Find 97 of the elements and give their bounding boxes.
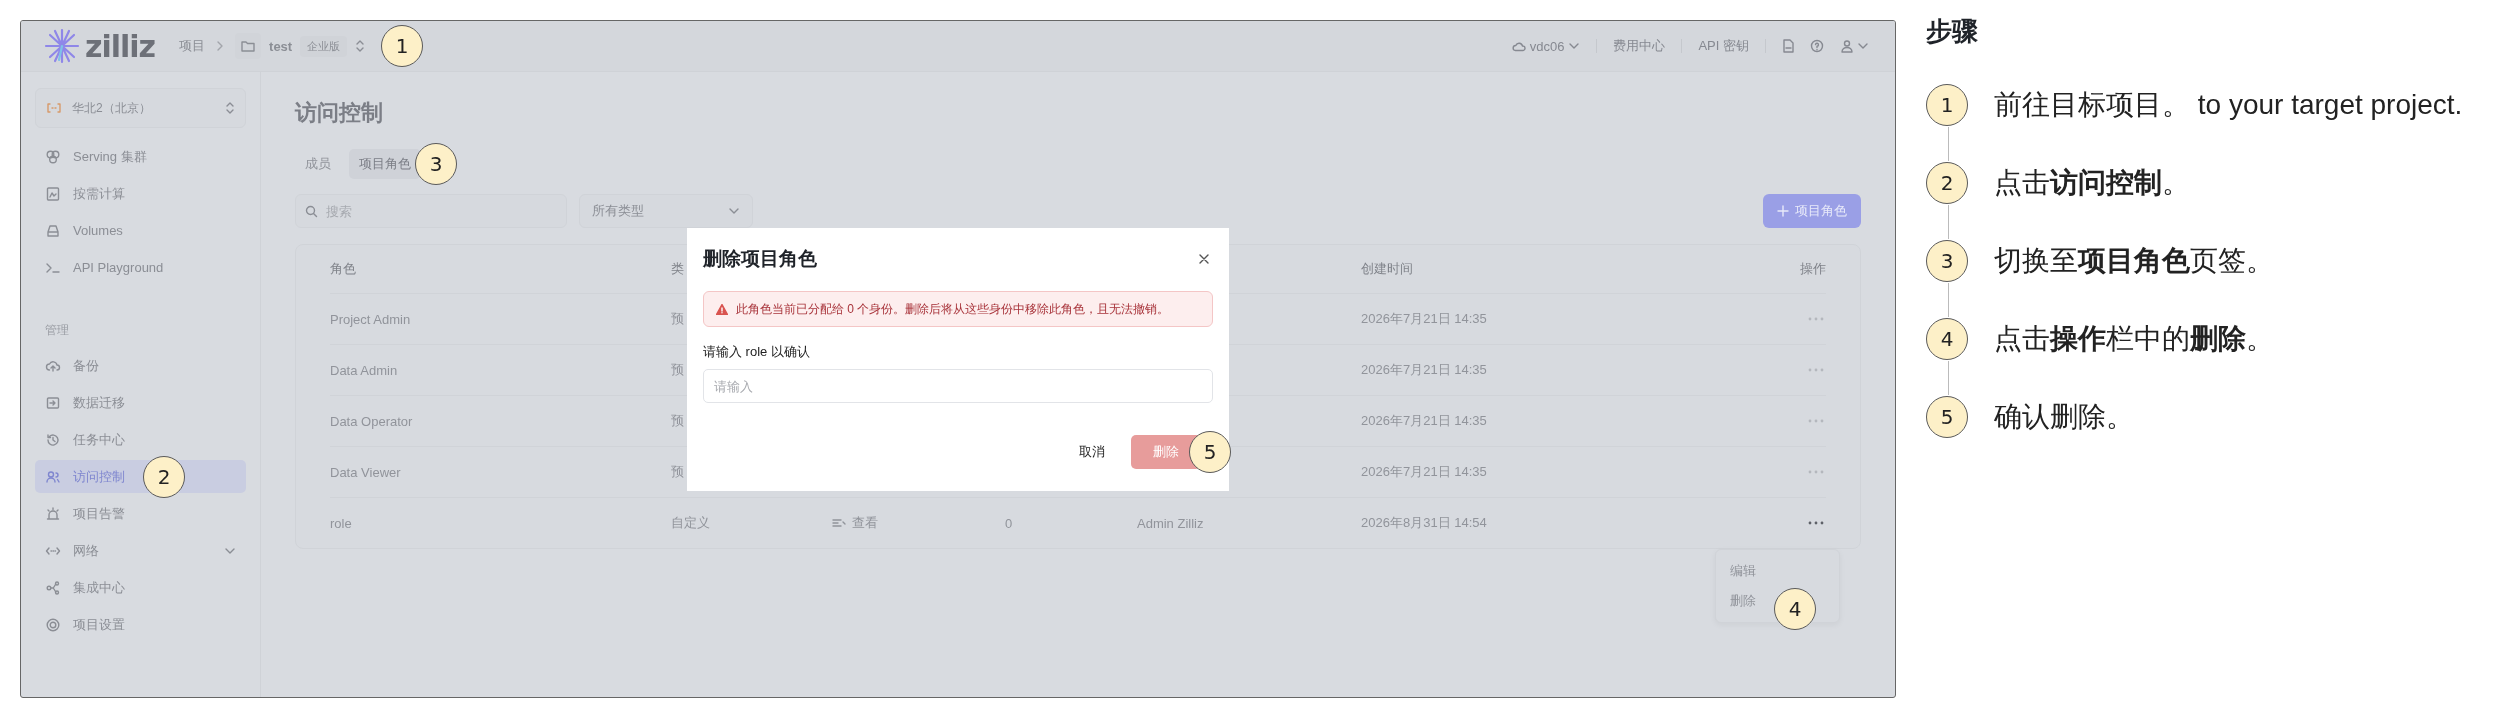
menu-item-label: 编辑 bbox=[1730, 562, 1756, 580]
region-selector[interactable]: 华北2（北京） bbox=[35, 88, 246, 128]
menu-item[interactable]: 编辑 bbox=[1716, 556, 1762, 586]
menu-item-label: 删除 bbox=[1730, 592, 1756, 610]
field-label: 请输入 role 以确认 bbox=[703, 343, 811, 361]
sidebar-item[interactable]: 项目设置 bbox=[35, 608, 246, 641]
table-cell: 2026年7月21日 14:35 bbox=[1361, 463, 1487, 481]
cluster-icon bbox=[45, 148, 61, 165]
step-text: 点击操作栏中的删除。 bbox=[1994, 322, 2274, 356]
share-icon bbox=[45, 579, 61, 596]
table-cell: 2026年7月21日 14:35 bbox=[1361, 310, 1487, 328]
column-header: 角色 bbox=[330, 260, 356, 278]
close-icon bbox=[1199, 254, 1209, 264]
user-icon bbox=[1840, 39, 1854, 53]
users-icon bbox=[45, 468, 61, 485]
step-text: 前往目标项目。 to your target project. bbox=[1994, 88, 2463, 122]
step-marker: 2 bbox=[143, 455, 185, 498]
history-icon bbox=[45, 431, 61, 448]
chevron-down-icon bbox=[1568, 42, 1581, 50]
sidebar-item[interactable]: API Playground bbox=[35, 251, 246, 284]
project-name: test bbox=[269, 38, 293, 54]
chart-icon bbox=[45, 185, 61, 202]
sparkle-logo-icon bbox=[43, 27, 81, 65]
sidebar-item[interactable]: 集成中心 bbox=[35, 571, 246, 604]
step-text: 点击访问控制。 bbox=[1994, 166, 2190, 200]
region-icon bbox=[46, 102, 62, 114]
list-icon bbox=[832, 517, 846, 529]
view-permissions-link[interactable]: 查看 bbox=[832, 514, 878, 532]
breadcrumb-link[interactable]: 项目 bbox=[179, 37, 206, 55]
step-text: 确认删除。 bbox=[1994, 400, 2134, 434]
add-role-button[interactable]: 项目角色 bbox=[1763, 194, 1861, 228]
column-header: 操作 bbox=[1800, 260, 1826, 278]
chevron-down-icon bbox=[728, 207, 740, 215]
table-cell: 预 bbox=[671, 463, 684, 481]
table-cell: Admin Zilliz bbox=[1137, 515, 1204, 531]
step-marker: 4 bbox=[1774, 588, 1816, 630]
column-header: 类 bbox=[671, 260, 684, 278]
warning-text: 此角色当前已分配给 0 个身份。删除后将从这些身份中移除此角色，且无法撤销。 bbox=[736, 300, 1170, 318]
page-title: 访问控制 bbox=[295, 99, 384, 127]
table-cell: Project Admin bbox=[330, 311, 411, 327]
dialog-title: 删除项目角色 bbox=[703, 247, 817, 271]
org-switcher[interactable]: vdc06 bbox=[1511, 38, 1581, 54]
plus-icon bbox=[1777, 205, 1789, 217]
header-link[interactable]: 费用中心 bbox=[1613, 37, 1666, 55]
step-marker: 2 bbox=[1926, 162, 1968, 204]
table-cell: 2026年7月21日 14:35 bbox=[1361, 361, 1487, 379]
logo-text: zilliz bbox=[85, 28, 156, 64]
table-cell: 预 bbox=[671, 412, 684, 430]
table-cell: 预 bbox=[671, 310, 684, 328]
switch-icon bbox=[225, 101, 235, 115]
step-text: 切换至项目角色页签。 bbox=[1994, 244, 2274, 278]
sidebar-item[interactable]: 备份 bbox=[35, 349, 246, 382]
sidebar-item[interactable]: 任务中心 bbox=[35, 423, 246, 456]
sidebar-item[interactable]: Volumes bbox=[35, 214, 246, 247]
cloud-icon bbox=[1511, 40, 1526, 52]
help-icon bbox=[1810, 39, 1824, 53]
sidebar-item[interactable]: 项目告警 bbox=[35, 497, 246, 530]
table-cell: Data Admin bbox=[330, 362, 398, 378]
warning-icon bbox=[716, 303, 728, 315]
table-cell: Data Operator bbox=[330, 413, 413, 429]
search-icon bbox=[305, 205, 318, 218]
table-cell: 预 bbox=[671, 361, 684, 379]
chevron-down-icon bbox=[1857, 42, 1869, 50]
import-icon bbox=[45, 394, 61, 411]
step-marker: 4 bbox=[1926, 318, 1968, 360]
table-cell: 2026年8月31日 14:54 bbox=[1361, 514, 1487, 532]
sidebar-item[interactable]: 数据迁移 bbox=[35, 386, 246, 419]
sidebar-item[interactable]: 按需计算 bbox=[35, 177, 246, 210]
type-dropdown[interactable]: 所有类型 bbox=[579, 194, 753, 228]
tab[interactable]: 项目角色 bbox=[349, 149, 421, 179]
header-link[interactable]: API 密钥 bbox=[1698, 37, 1749, 55]
table-cell: 0 bbox=[1005, 515, 1013, 531]
input-field[interactable]: 请输入 bbox=[703, 369, 1213, 403]
settings-icon bbox=[45, 616, 61, 633]
cancel-button[interactable]: 取消 bbox=[1079, 443, 1105, 461]
steps-title: 步骤 bbox=[1926, 15, 1979, 48]
switch-icon bbox=[355, 39, 366, 53]
step-marker: 5 bbox=[1926, 396, 1968, 438]
step-marker: 1 bbox=[1926, 84, 1968, 126]
drive-icon bbox=[45, 222, 61, 239]
menu-item[interactable]: 删除 bbox=[1716, 586, 1762, 616]
step-marker: 5 bbox=[1189, 431, 1231, 473]
step-marker: 3 bbox=[1926, 240, 1968, 282]
table-cell: Data Viewer bbox=[330, 464, 401, 480]
more-button[interactable] bbox=[1806, 519, 1826, 527]
step-marker: 1 bbox=[381, 25, 424, 67]
section-heading: 管理 bbox=[45, 322, 70, 339]
table-cell: 2026年7月21日 14:35 bbox=[1361, 412, 1487, 430]
column-header: 创建时间 bbox=[1361, 260, 1413, 278]
sidebar-item[interactable]: Serving 集群 bbox=[35, 140, 246, 173]
table-cell: 自定义 bbox=[671, 514, 710, 532]
step-marker: 3 bbox=[415, 143, 457, 185]
sidebar-item[interactable]: 网络 bbox=[35, 534, 246, 567]
tab[interactable]: 成员 bbox=[295, 149, 341, 179]
table-cell: role bbox=[330, 515, 352, 531]
alarm-icon bbox=[45, 505, 61, 522]
document-icon bbox=[1782, 39, 1794, 53]
